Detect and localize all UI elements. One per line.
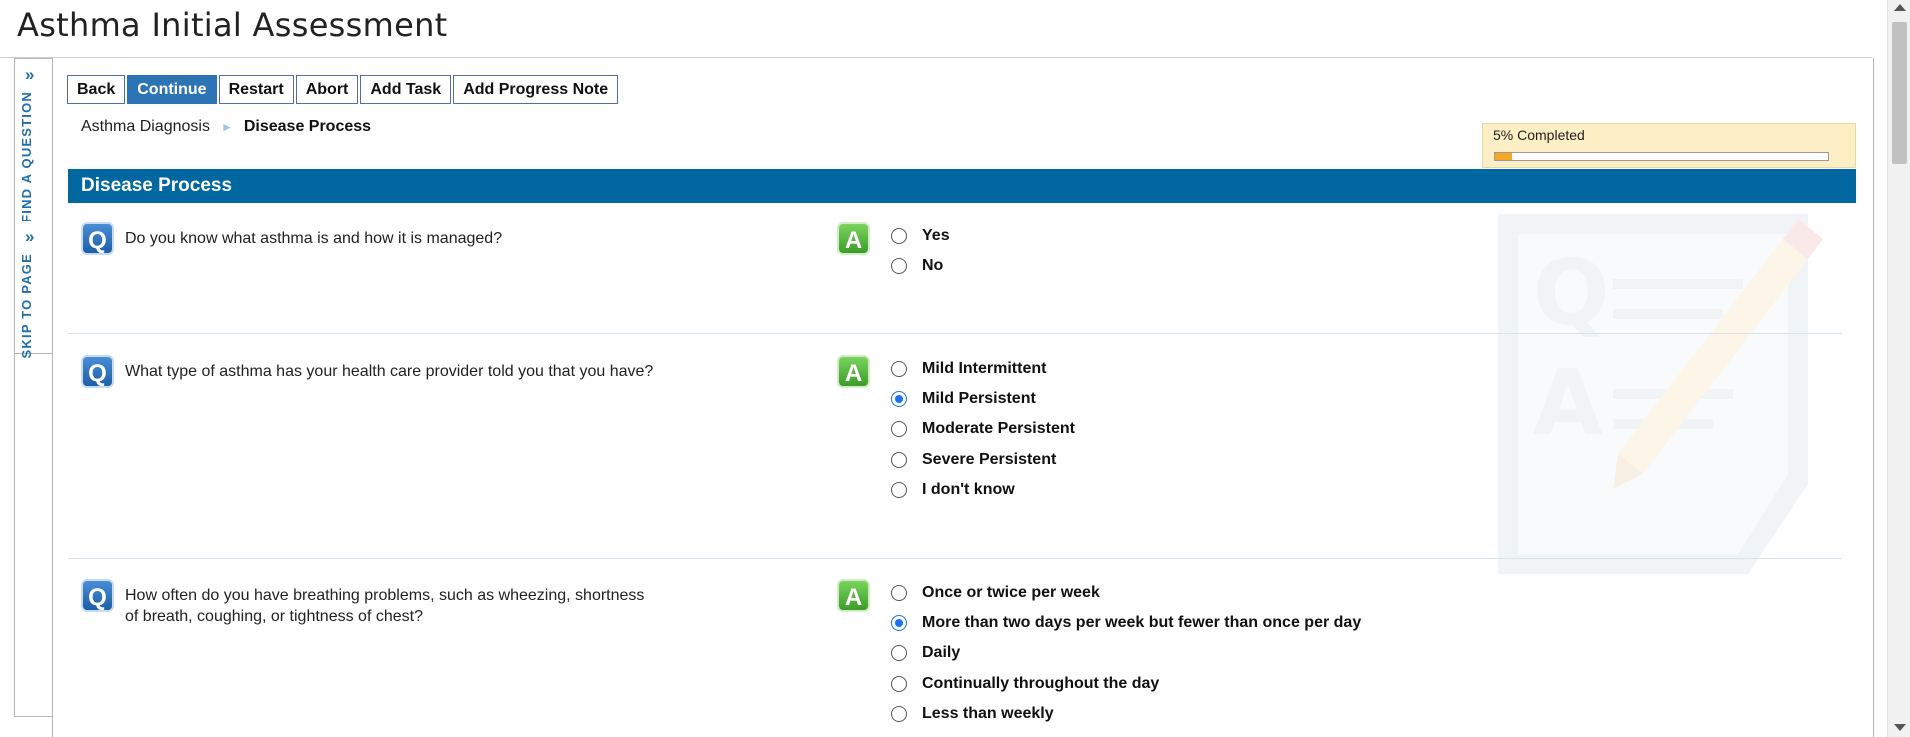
page-title: Asthma Initial Assessment bbox=[17, 6, 448, 44]
svg-text:Q: Q bbox=[1533, 241, 1610, 346]
breadcrumb-current: Disease Process bbox=[243, 118, 372, 135]
question-icon: Q bbox=[81, 579, 114, 612]
answer-option[interactable]: Moderate Persistent bbox=[891, 414, 1075, 444]
answer-option[interactable]: Less than weekly bbox=[891, 699, 1361, 729]
radio-button[interactable] bbox=[891, 645, 907, 662]
option-label: Mild Intermittent bbox=[922, 360, 1047, 378]
option-label: Daily bbox=[922, 644, 961, 662]
svg-text:A: A bbox=[1533, 351, 1603, 456]
option-label: Once or twice per week bbox=[922, 584, 1100, 602]
radio-button[interactable] bbox=[891, 361, 907, 378]
answer-option[interactable]: Mild Intermittent bbox=[891, 354, 1075, 384]
answer-icon: A bbox=[837, 222, 870, 255]
scrollbar-thumb[interactable] bbox=[1892, 22, 1907, 164]
skip-to-page-tab[interactable]: » SKIP TO PAGE bbox=[15, 221, 53, 358]
radio-button[interactable] bbox=[891, 481, 907, 498]
radio-button[interactable] bbox=[891, 585, 907, 602]
radio-button[interactable] bbox=[891, 391, 907, 408]
radio-button[interactable] bbox=[891, 228, 907, 245]
radio-button[interactable] bbox=[891, 675, 907, 692]
option-label: Continually throughout the day bbox=[922, 674, 1160, 692]
radio-button[interactable] bbox=[891, 421, 907, 438]
add-progress-note-button[interactable]: Add Progress Note bbox=[453, 75, 619, 104]
qa-clipboard-watermark-icon: Q A bbox=[1498, 214, 1823, 574]
question-divider bbox=[68, 558, 1842, 559]
progress-panel: 5% Completed bbox=[1482, 123, 1856, 168]
question-text: Do you know what asthma is and how it is… bbox=[125, 230, 503, 247]
answer-option[interactable]: No bbox=[891, 251, 950, 281]
scroll-down-arrow-icon[interactable] bbox=[1894, 724, 1906, 731]
question-text: What type of asthma has your health care… bbox=[125, 363, 654, 380]
answer-icon: A bbox=[837, 355, 870, 388]
find-a-question-label: FIND A QUESTION bbox=[19, 91, 34, 223]
radio-button[interactable] bbox=[891, 451, 907, 468]
answer-option[interactable]: Once or twice per week bbox=[891, 578, 1361, 608]
answer-options: Mild Intermittent Mild Persistent Modera… bbox=[891, 354, 1075, 505]
option-label: More than two days per week but fewer th… bbox=[922, 614, 1362, 632]
skip-to-page-label: SKIP TO PAGE bbox=[19, 253, 34, 359]
radio-button[interactable] bbox=[891, 258, 907, 275]
radio-button[interactable] bbox=[891, 615, 907, 632]
radio-button[interactable] bbox=[891, 705, 907, 722]
answer-icon: A bbox=[837, 579, 870, 612]
answer-option[interactable]: Severe Persistent bbox=[891, 445, 1075, 475]
continue-button[interactable]: Continue bbox=[127, 75, 217, 104]
answer-option[interactable]: Mild Persistent bbox=[891, 384, 1075, 414]
vertical-scrollbar[interactable] bbox=[1887, 0, 1910, 737]
section-header: Disease Process bbox=[68, 169, 1856, 203]
option-label: Yes bbox=[922, 227, 950, 245]
option-label: Less than weekly bbox=[922, 704, 1054, 722]
answer-option[interactable]: Daily bbox=[891, 638, 1361, 668]
answer-options: Once or twice per week More than two day… bbox=[891, 578, 1361, 729]
answer-option[interactable]: I don't know bbox=[891, 475, 1075, 505]
double-chevron-right-icon: » bbox=[25, 65, 35, 84]
option-label: No bbox=[922, 257, 944, 275]
question-text-line: How often do you have breathing problems… bbox=[125, 587, 645, 604]
progress-bar-fill bbox=[1495, 153, 1512, 160]
question-divider bbox=[68, 333, 1842, 334]
question-icon: Q bbox=[81, 355, 114, 388]
answer-options: Yes No bbox=[891, 221, 950, 281]
restart-button[interactable]: Restart bbox=[218, 75, 294, 104]
progress-bar bbox=[1494, 152, 1829, 161]
option-label: I don't know bbox=[922, 480, 1015, 498]
add-task-button[interactable]: Add Task bbox=[360, 75, 452, 104]
answer-option[interactable]: Continually throughout the day bbox=[891, 669, 1361, 699]
breadcrumb-asthma-diagnosis[interactable]: Asthma Diagnosis bbox=[81, 118, 210, 136]
question-text: How often do you have breathing problems… bbox=[125, 585, 685, 627]
answer-option[interactable]: More than two days per week but fewer th… bbox=[891, 608, 1361, 638]
double-chevron-right-icon: » bbox=[25, 227, 35, 246]
find-a-question-tab[interactable]: » FIND A QUESTION bbox=[15, 59, 53, 223]
option-label: Moderate Persistent bbox=[922, 420, 1075, 438]
question-icon: Q bbox=[81, 222, 114, 255]
scroll-up-arrow-icon[interactable] bbox=[1894, 4, 1906, 11]
progress-label: 5% Completed bbox=[1493, 127, 1585, 143]
option-label: Severe Persistent bbox=[922, 450, 1057, 468]
question-text-line: of breath, coughing, or tightness of che… bbox=[125, 608, 423, 625]
toolbar: Back Continue Restart Abort Add Task Add… bbox=[67, 75, 619, 104]
breadcrumb: Asthma Diagnosis ► Disease Process bbox=[81, 118, 371, 136]
breadcrumb-arrow-icon: ► bbox=[220, 120, 233, 134]
abort-button[interactable]: Abort bbox=[295, 75, 359, 104]
side-tab-strip: » FIND A QUESTION » SKIP TO PAGE bbox=[14, 58, 53, 717]
answer-option[interactable]: Yes bbox=[891, 221, 950, 251]
back-button[interactable]: Back bbox=[67, 75, 126, 104]
option-label: Mild Persistent bbox=[922, 390, 1036, 408]
